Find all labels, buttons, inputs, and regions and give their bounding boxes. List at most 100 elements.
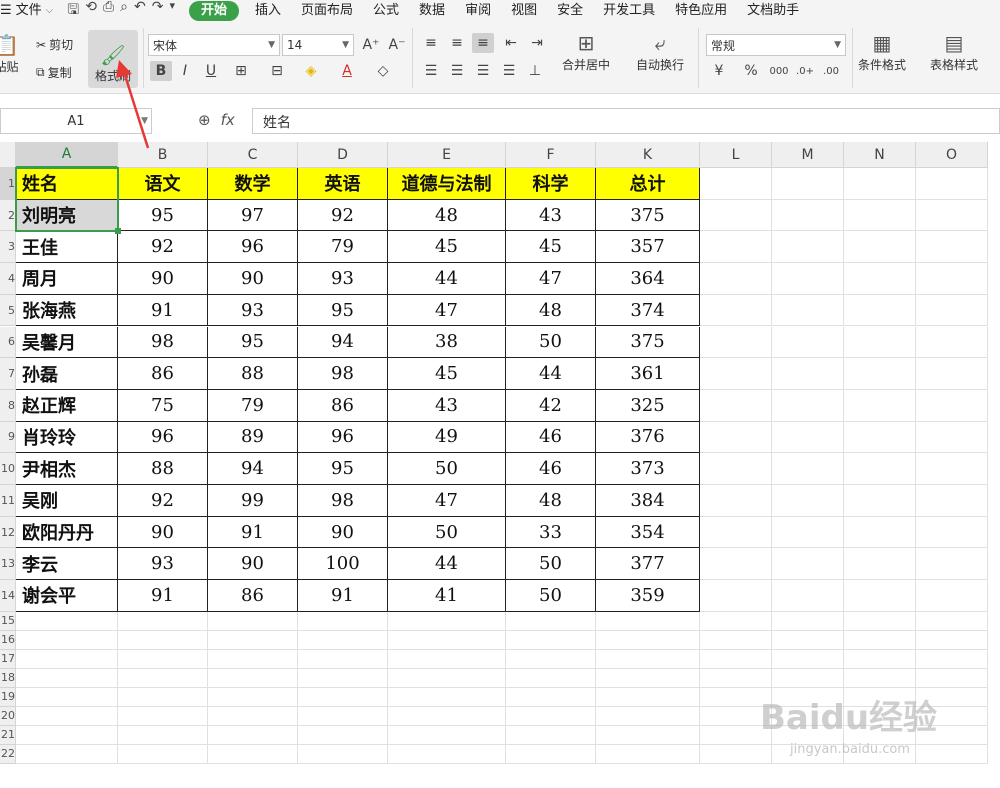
- tab-page-layout[interactable]: 页面布局: [291, 0, 363, 22]
- table-cell[interactable]: 吴刚: [16, 485, 118, 517]
- empty-cell[interactable]: [298, 630, 388, 650]
- empty-cell[interactable]: [772, 649, 844, 669]
- currency-icon[interactable]: ¥: [708, 61, 730, 81]
- empty-cell[interactable]: [208, 744, 298, 764]
- tab-insert[interactable]: 插入: [245, 0, 291, 22]
- print-icon[interactable]: ⎙: [103, 0, 114, 23]
- empty-cell[interactable]: [844, 649, 916, 669]
- column-header-k[interactable]: K: [596, 142, 700, 168]
- row-header[interactable]: 13: [0, 548, 16, 581]
- empty-cell[interactable]: [16, 611, 118, 631]
- empty-cell[interactable]: [844, 421, 916, 454]
- empty-cell[interactable]: [596, 649, 700, 669]
- empty-cell[interactable]: [506, 687, 596, 707]
- row-header[interactable]: 8: [0, 389, 16, 422]
- tab-data[interactable]: 数据: [409, 0, 455, 22]
- empty-cell[interactable]: [916, 611, 988, 631]
- bold-button[interactable]: B: [150, 61, 172, 81]
- paste-button[interactable]: 📋 粘贴: [0, 32, 19, 75]
- empty-cell[interactable]: [700, 611, 772, 631]
- empty-cell[interactable]: [844, 168, 916, 200]
- table-cell[interactable]: 46: [506, 421, 596, 454]
- align-left-icon[interactable]: ☰: [420, 61, 442, 81]
- empty-cell[interactable]: [772, 389, 844, 422]
- empty-cell[interactable]: [700, 630, 772, 650]
- empty-cell[interactable]: [772, 421, 844, 454]
- tab-view[interactable]: 视图: [501, 0, 547, 22]
- table-cell[interactable]: 欧阳丹丹: [16, 516, 118, 549]
- formula-input[interactable]: 姓名: [252, 108, 1000, 134]
- empty-cell[interactable]: [916, 389, 988, 422]
- table-cell[interactable]: 100: [298, 548, 388, 581]
- empty-cell[interactable]: [596, 725, 700, 745]
- empty-cell[interactable]: [208, 668, 298, 688]
- table-cell[interactable]: 88: [208, 358, 298, 390]
- row-header[interactable]: 11: [0, 485, 16, 517]
- empty-cell[interactable]: [506, 649, 596, 669]
- underline-button[interactable]: U: [200, 61, 222, 81]
- share-icon[interactable]: ⟲: [85, 0, 97, 23]
- file-menu[interactable]: ☰ 文件 ⌵: [0, 0, 59, 22]
- table-cell[interactable]: 95: [118, 199, 208, 232]
- empty-cell[interactable]: [772, 168, 844, 200]
- table-cell[interactable]: 44: [506, 358, 596, 390]
- column-header-b[interactable]: B: [118, 142, 208, 168]
- row-header[interactable]: 2: [0, 199, 16, 232]
- row-header[interactable]: 5: [0, 294, 16, 327]
- empty-cell[interactable]: [916, 485, 988, 517]
- zoom-icon[interactable]: ⊕: [198, 111, 211, 129]
- table-cell[interactable]: 359: [596, 580, 700, 612]
- empty-cell[interactable]: [916, 168, 988, 200]
- row-header[interactable]: 4: [0, 263, 16, 295]
- empty-cell[interactable]: [844, 485, 916, 517]
- table-cell[interactable]: 48: [506, 485, 596, 517]
- empty-cell[interactable]: [700, 389, 772, 422]
- table-cell[interactable]: 97: [208, 199, 298, 232]
- table-cell[interactable]: 91: [118, 580, 208, 612]
- table-cell[interactable]: 45: [388, 231, 506, 264]
- column-header-o[interactable]: O: [916, 142, 988, 168]
- fill-color-icon[interactable]: ◈: [300, 61, 322, 81]
- column-header-e[interactable]: E: [388, 142, 506, 168]
- empty-cell[interactable]: [388, 611, 506, 631]
- undo-icon[interactable]: ↶: [134, 0, 146, 23]
- empty-cell[interactable]: [700, 294, 772, 327]
- empty-cell[interactable]: [208, 687, 298, 707]
- table-cell[interactable]: 93: [298, 263, 388, 295]
- empty-cell[interactable]: [298, 744, 388, 764]
- table-cell[interactable]: 肖玲玲: [16, 421, 118, 454]
- empty-cell[interactable]: [844, 326, 916, 359]
- table-cell[interactable]: 49: [388, 421, 506, 454]
- empty-cell[interactable]: [916, 326, 988, 359]
- column-header-a[interactable]: A: [16, 142, 118, 168]
- fx-icon[interactable]: fx: [221, 111, 235, 129]
- table-cell[interactable]: 98: [298, 485, 388, 517]
- tab-security[interactable]: 安全: [547, 0, 593, 22]
- table-cell[interactable]: 47: [388, 294, 506, 327]
- indent-increase-icon[interactable]: ⇥: [526, 33, 548, 53]
- thousands-icon[interactable]: 000: [768, 61, 790, 81]
- empty-cell[interactable]: [916, 649, 988, 669]
- decrease-decimal-icon[interactable]: .00: [820, 61, 842, 81]
- empty-cell[interactable]: [700, 231, 772, 264]
- empty-cell[interactable]: [844, 516, 916, 549]
- empty-cell[interactable]: [772, 199, 844, 232]
- empty-cell[interactable]: [596, 668, 700, 688]
- empty-cell[interactable]: [298, 706, 388, 726]
- table-cell[interactable]: 赵正辉: [16, 389, 118, 422]
- table-cell[interactable]: 50: [506, 326, 596, 359]
- table-cell[interactable]: 86: [298, 389, 388, 422]
- eraser-icon[interactable]: ◇: [372, 61, 394, 81]
- empty-cell[interactable]: [844, 453, 916, 485]
- empty-cell[interactable]: [596, 687, 700, 707]
- empty-cell[interactable]: [388, 668, 506, 688]
- empty-cell[interactable]: [916, 421, 988, 454]
- empty-cell[interactable]: [16, 630, 118, 650]
- empty-cell[interactable]: [844, 231, 916, 264]
- row-header[interactable]: 9: [0, 421, 16, 454]
- table-cell[interactable]: 90: [208, 548, 298, 581]
- table-cell[interactable]: 李云: [16, 548, 118, 581]
- table-cell[interactable]: 33: [506, 516, 596, 549]
- table-header-cell[interactable]: 英语: [298, 168, 388, 200]
- table-cell[interactable]: 95: [208, 326, 298, 359]
